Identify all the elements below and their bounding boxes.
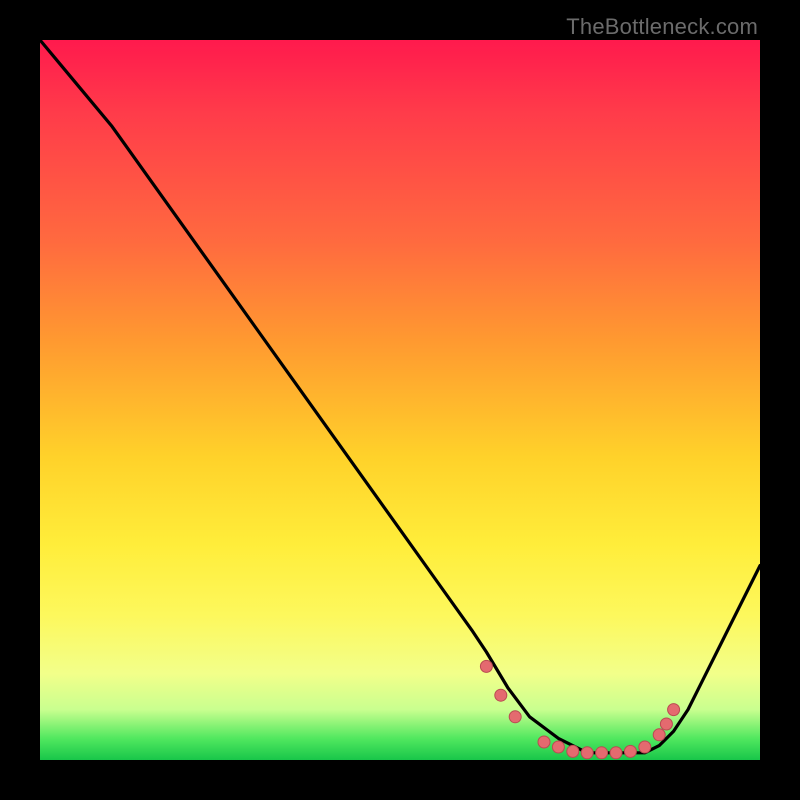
scatter-dot	[538, 736, 550, 748]
scatter-dot	[610, 747, 622, 759]
bottleneck-curve	[40, 40, 760, 753]
scatter-dot	[495, 689, 507, 701]
scatter-dot	[552, 741, 564, 753]
chart-frame: TheBottleneck.com	[0, 0, 800, 800]
scatter-dots	[480, 660, 679, 758]
watermark-text: TheBottleneck.com	[566, 14, 758, 40]
scatter-dot	[581, 747, 593, 759]
scatter-dot	[509, 711, 521, 723]
scatter-dot	[567, 745, 579, 757]
plot-area	[40, 40, 760, 760]
scatter-dot	[596, 747, 608, 759]
scatter-dot	[480, 660, 492, 672]
scatter-dot	[660, 718, 672, 730]
scatter-dot	[639, 741, 651, 753]
scatter-dot	[624, 745, 636, 757]
curve-svg	[40, 40, 760, 760]
scatter-dot	[668, 704, 680, 716]
scatter-dot	[653, 729, 665, 741]
